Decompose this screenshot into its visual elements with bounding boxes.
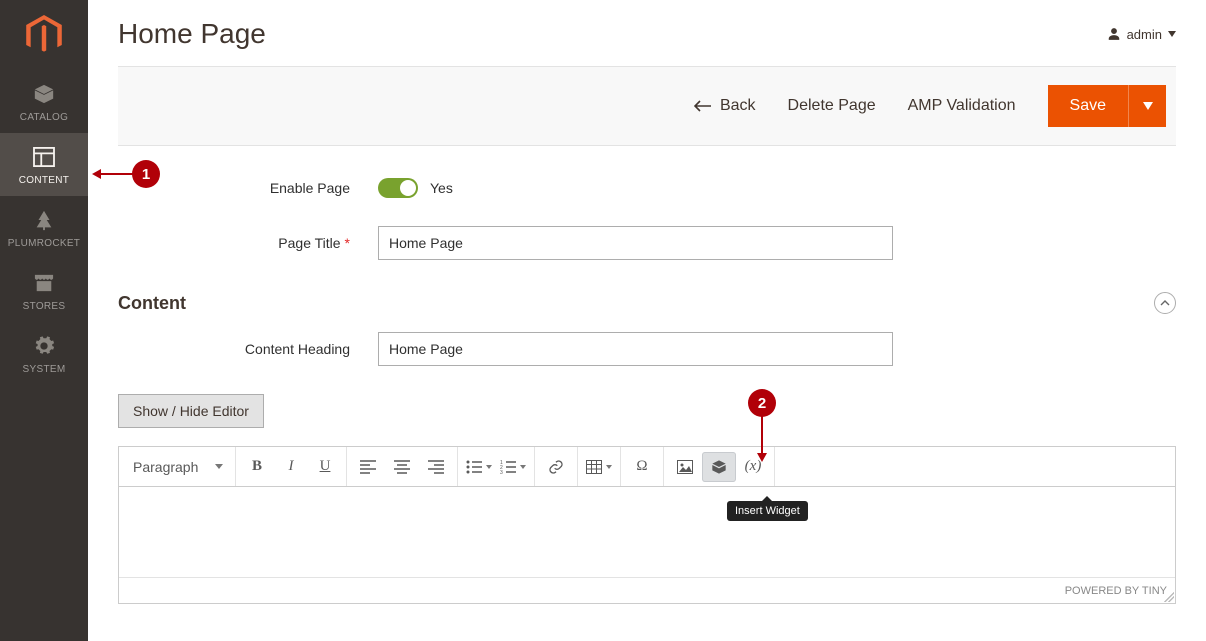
callout-1-arrow [100, 173, 133, 175]
save-button[interactable]: Save [1048, 85, 1128, 127]
format-select[interactable]: Paragraph [125, 452, 231, 482]
table-button[interactable] [582, 452, 616, 482]
nav-system[interactable]: SYSTEM [0, 322, 88, 385]
collapse-toggle[interactable] [1154, 292, 1176, 314]
back-label: Back [720, 97, 756, 115]
layout-icon [30, 145, 58, 169]
section-header-content[interactable]: Content [118, 288, 1176, 332]
editor-content-area[interactable] [119, 487, 1175, 577]
nav-label: CATALOG [20, 112, 68, 123]
insert-widget-tooltip: Insert Widget [727, 501, 808, 521]
nav-plumrocket[interactable]: PLUMROCKET [0, 196, 88, 259]
insert-widget-button[interactable] [702, 452, 736, 482]
section-title: Content [118, 293, 186, 314]
nav-stores[interactable]: STORES [0, 259, 88, 322]
editor-powered-by: POWERED BY TINY [1065, 585, 1167, 597]
row-page-title: Page Title* [118, 226, 1176, 260]
chevron-down-icon [1168, 31, 1176, 37]
align-left-button[interactable] [351, 452, 385, 482]
nav-catalog[interactable]: CATALOG [0, 70, 88, 133]
label-page-title: Page Title* [118, 235, 378, 251]
align-right-button[interactable] [419, 452, 453, 482]
gear-icon [30, 334, 58, 358]
resize-handle[interactable] [1164, 592, 1174, 602]
page-title: Home Page [118, 18, 266, 50]
page-title-input[interactable] [378, 226, 893, 260]
italic-button[interactable]: I [274, 452, 308, 482]
editor-toolbar: Paragraph B I U 123 [119, 447, 1175, 487]
link-button[interactable] [539, 452, 573, 482]
cube-icon [30, 82, 58, 106]
main-content: Home Page admin Back Delete Page AMP Val… [88, 0, 1206, 604]
numbered-list-button[interactable]: 123 [496, 452, 530, 482]
user-name: admin [1127, 27, 1162, 42]
arrow-left-icon [694, 100, 712, 112]
form-section-general: Enable Page Yes Page Title* [118, 146, 1176, 260]
user-icon [1107, 27, 1121, 41]
tree-icon [30, 208, 58, 232]
underline-button[interactable]: U [308, 452, 342, 482]
page-header: Home Page admin [118, 0, 1176, 66]
wysiwyg-editor: Paragraph B I U 123 [118, 446, 1176, 604]
required-asterisk: * [345, 235, 350, 251]
admin-sidebar: CATALOG CONTENT PLUMROCKET STORES SYSTEM [0, 0, 88, 641]
amp-validation-button[interactable]: AMP Validation [908, 97, 1016, 115]
content-heading-input[interactable] [378, 332, 893, 366]
chevron-up-icon [1160, 300, 1170, 306]
callout-2: 2 [748, 389, 776, 417]
svg-text:3: 3 [500, 470, 503, 474]
callout-1: 1 [132, 160, 160, 188]
insert-image-button[interactable] [668, 452, 702, 482]
label-content-heading: Content Heading [118, 341, 378, 357]
nav-label: STORES [23, 301, 66, 312]
special-char-button[interactable]: Ω [625, 452, 659, 482]
callout-2-arrow [761, 416, 763, 454]
row-content-heading: Content Heading [118, 332, 1176, 366]
magento-logo-icon [26, 15, 62, 55]
show-hide-editor-button[interactable]: Show / Hide Editor [118, 394, 264, 428]
bold-button[interactable]: B [240, 452, 274, 482]
chevron-down-icon [215, 464, 223, 469]
row-enable-page: Enable Page Yes [118, 178, 1176, 198]
storefront-icon [30, 271, 58, 295]
enable-page-value: Yes [430, 180, 453, 196]
save-button-group: Save [1048, 85, 1166, 127]
enable-page-toggle[interactable] [378, 178, 418, 198]
nav-label: PLUMROCKET [8, 238, 80, 249]
align-center-button[interactable] [385, 452, 419, 482]
back-button[interactable]: Back [694, 97, 756, 115]
editor-footer: POWERED BY TINY [119, 577, 1175, 603]
triangle-down-icon [1143, 102, 1153, 110]
nav-label: CONTENT [19, 175, 69, 186]
bullet-list-button[interactable] [462, 452, 496, 482]
save-dropdown-button[interactable] [1128, 85, 1166, 127]
nav-label: SYSTEM [23, 364, 66, 375]
nav-content[interactable]: CONTENT [0, 133, 88, 196]
action-toolbar: Back Delete Page AMP Validation Save [118, 66, 1176, 146]
magento-logo[interactable] [0, 0, 88, 70]
delete-page-button[interactable]: Delete Page [788, 97, 876, 115]
user-menu[interactable]: admin [1107, 27, 1176, 42]
